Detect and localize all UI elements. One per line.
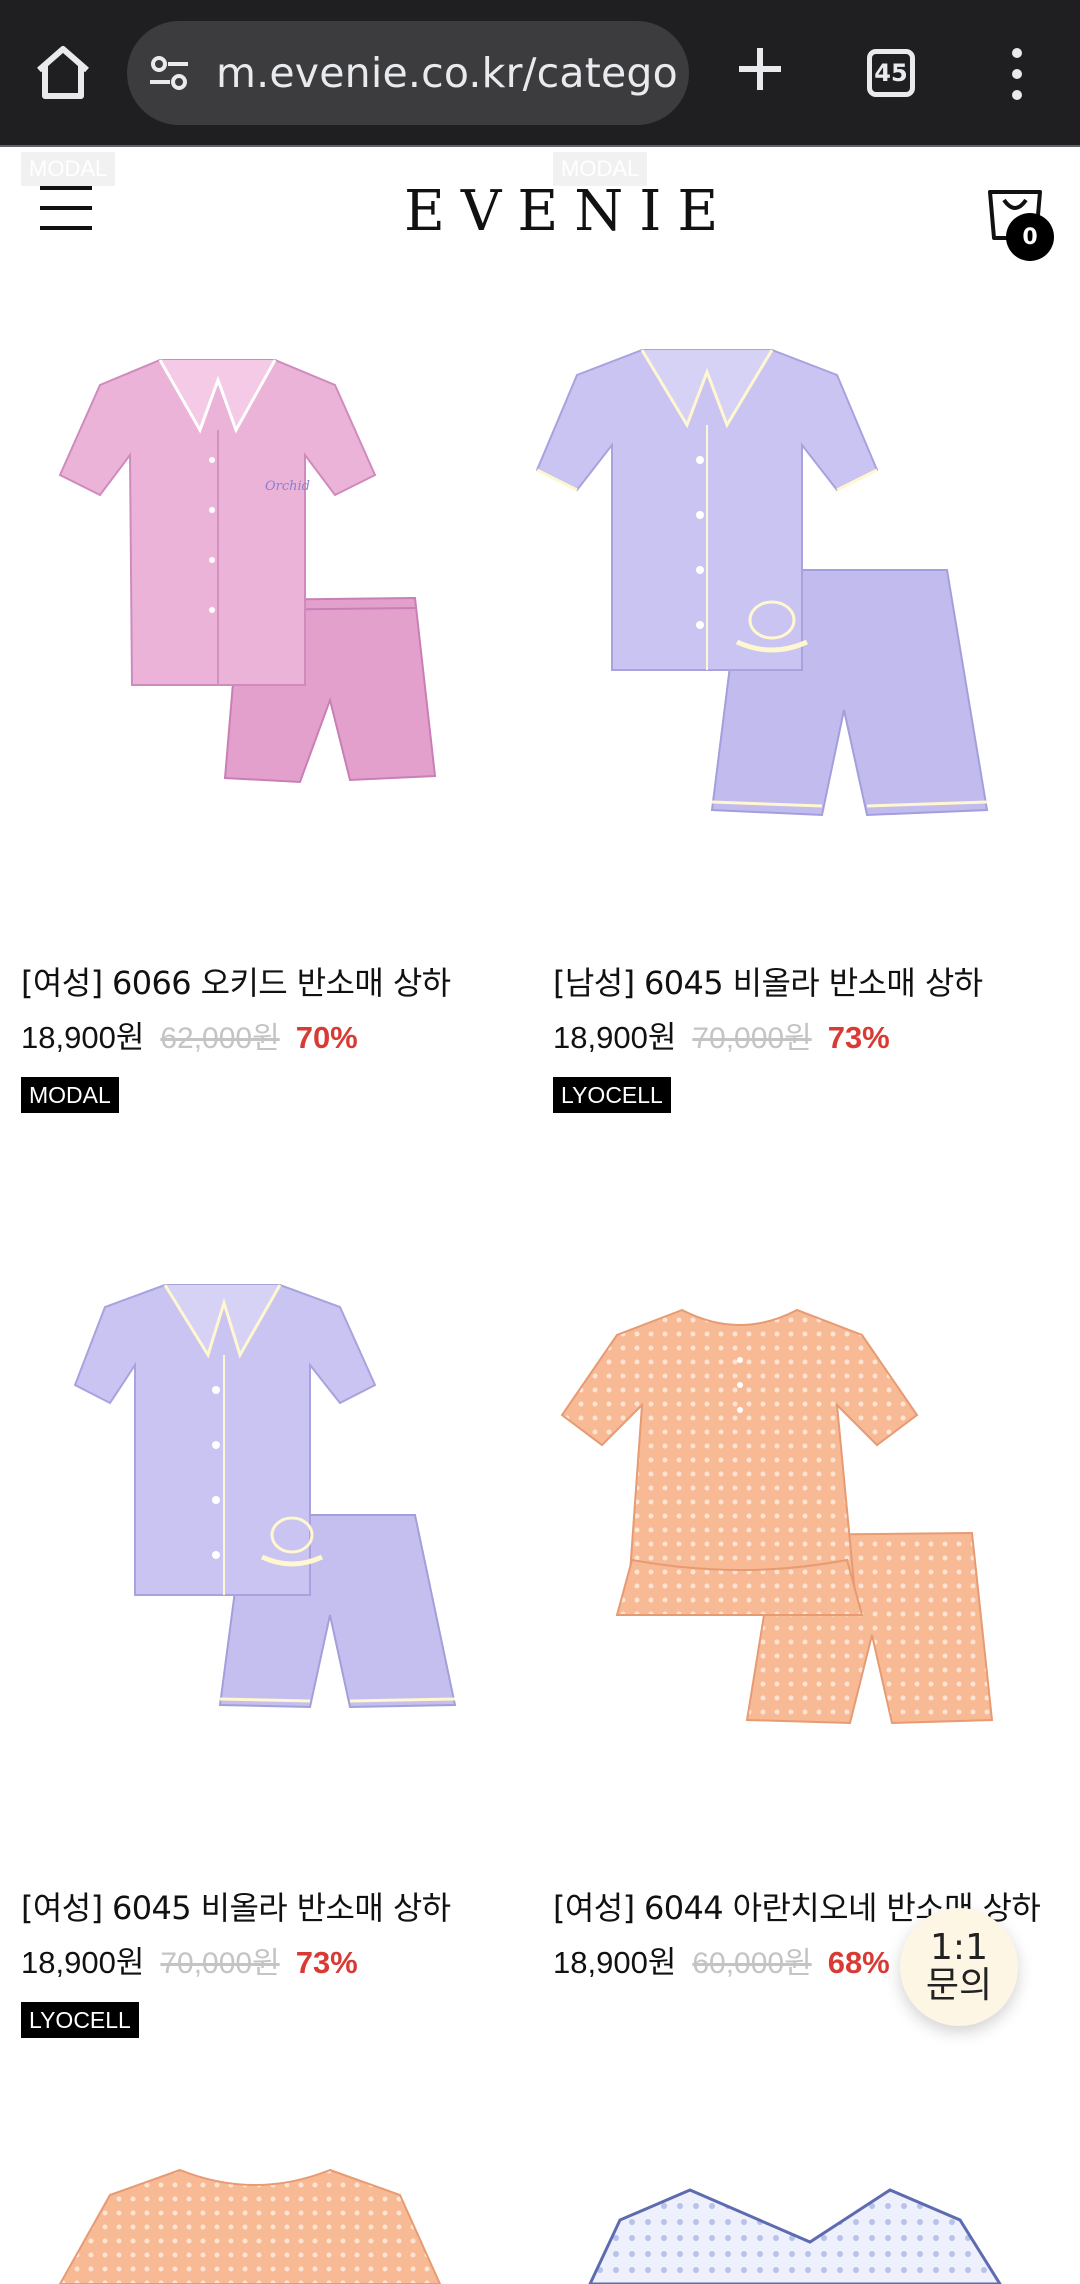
- site-settings-icon[interactable]: [146, 50, 192, 96]
- svg-text:Orchid: Orchid: [265, 479, 310, 494]
- discount-rate: 73%: [827, 1020, 890, 1055]
- fabric-badge: LYOCELL: [553, 1077, 671, 1113]
- hamburger-line: [40, 206, 92, 210]
- product-image[interactable]: [0, 1215, 520, 1815]
- product-image[interactable]: [532, 1215, 1052, 1815]
- price-row: 18,900원 70,000원 73%: [21, 1937, 358, 1982]
- original-price: 60,000원: [692, 1947, 812, 1980]
- sale-price: 18,900원: [553, 1945, 677, 1980]
- price-row: 18,900원 62,000원 70%: [21, 1012, 358, 1057]
- sale-price: 18,900원: [21, 1945, 145, 1980]
- chat-inquiry-button[interactable]: 1:1 문의: [900, 1908, 1018, 2026]
- browser-toolbar: m.evenie.co.kr/catego 45: [0, 0, 1080, 147]
- product-image[interactable]: Orchid: [0, 290, 520, 890]
- original-price: 70,000원: [692, 1022, 812, 1055]
- original-price: 62,000원: [160, 1022, 280, 1055]
- hamburger-line: [40, 226, 92, 230]
- discount-rate: 73%: [295, 1945, 358, 1980]
- ghost-badge: MODAL: [21, 152, 116, 186]
- product-card[interactable]: Orchid [여성] 6066 오키드 반소매 상하 18,900원 62,0…: [0, 290, 520, 1130]
- product-image[interactable]: [532, 290, 1052, 890]
- product-image[interactable]: [560, 2150, 1080, 2284]
- sale-price: 18,900원: [553, 1020, 677, 1055]
- cart-count-badge: 0: [1006, 213, 1054, 261]
- chat-label-line2: 문의: [925, 1965, 993, 2006]
- original-price: 70,000원: [160, 1947, 280, 1980]
- price-row: 18,900원 60,000원 68%: [553, 1937, 890, 1982]
- menu-button[interactable]: [40, 186, 94, 230]
- sale-price: 18,900원: [21, 1020, 145, 1055]
- chat-label-line1: 1:1: [930, 1927, 988, 1968]
- product-card[interactable]: [여성] 6045 비올라 반소매 상하 18,900원 70,000원 73%…: [0, 1215, 520, 2055]
- product-card[interactable]: [남성] 6045 비올라 반소매 상하 18,900원 70,000원 73%…: [532, 290, 1052, 1130]
- url-text[interactable]: m.evenie.co.kr/catego: [216, 49, 678, 97]
- discount-rate: 68%: [827, 1945, 890, 1980]
- hamburger-line: [40, 186, 92, 190]
- address-bar[interactable]: m.evenie.co.kr/catego: [127, 21, 689, 125]
- tab-switcher-button[interactable]: 45: [867, 49, 915, 97]
- more-options-icon[interactable]: [1000, 44, 1034, 104]
- site-logo[interactable]: EVENIE: [404, 180, 718, 244]
- discount-rate: 70%: [295, 1020, 358, 1055]
- product-title[interactable]: [여성] 6045 비올라 반소매 상하: [21, 1883, 451, 1929]
- home-icon[interactable]: [30, 40, 96, 106]
- product-title[interactable]: [남성] 6045 비올라 반소매 상하: [553, 958, 983, 1004]
- product-image[interactable]: [0, 2150, 520, 2284]
- new-tab-icon[interactable]: [733, 42, 787, 96]
- price-row: 18,900원 70,000원 73%: [553, 1012, 890, 1057]
- fabric-badge: MODAL: [21, 1077, 119, 1113]
- product-title[interactable]: [여성] 6066 오키드 반소매 상하: [21, 958, 451, 1004]
- fabric-badge: LYOCELL: [21, 2002, 139, 2038]
